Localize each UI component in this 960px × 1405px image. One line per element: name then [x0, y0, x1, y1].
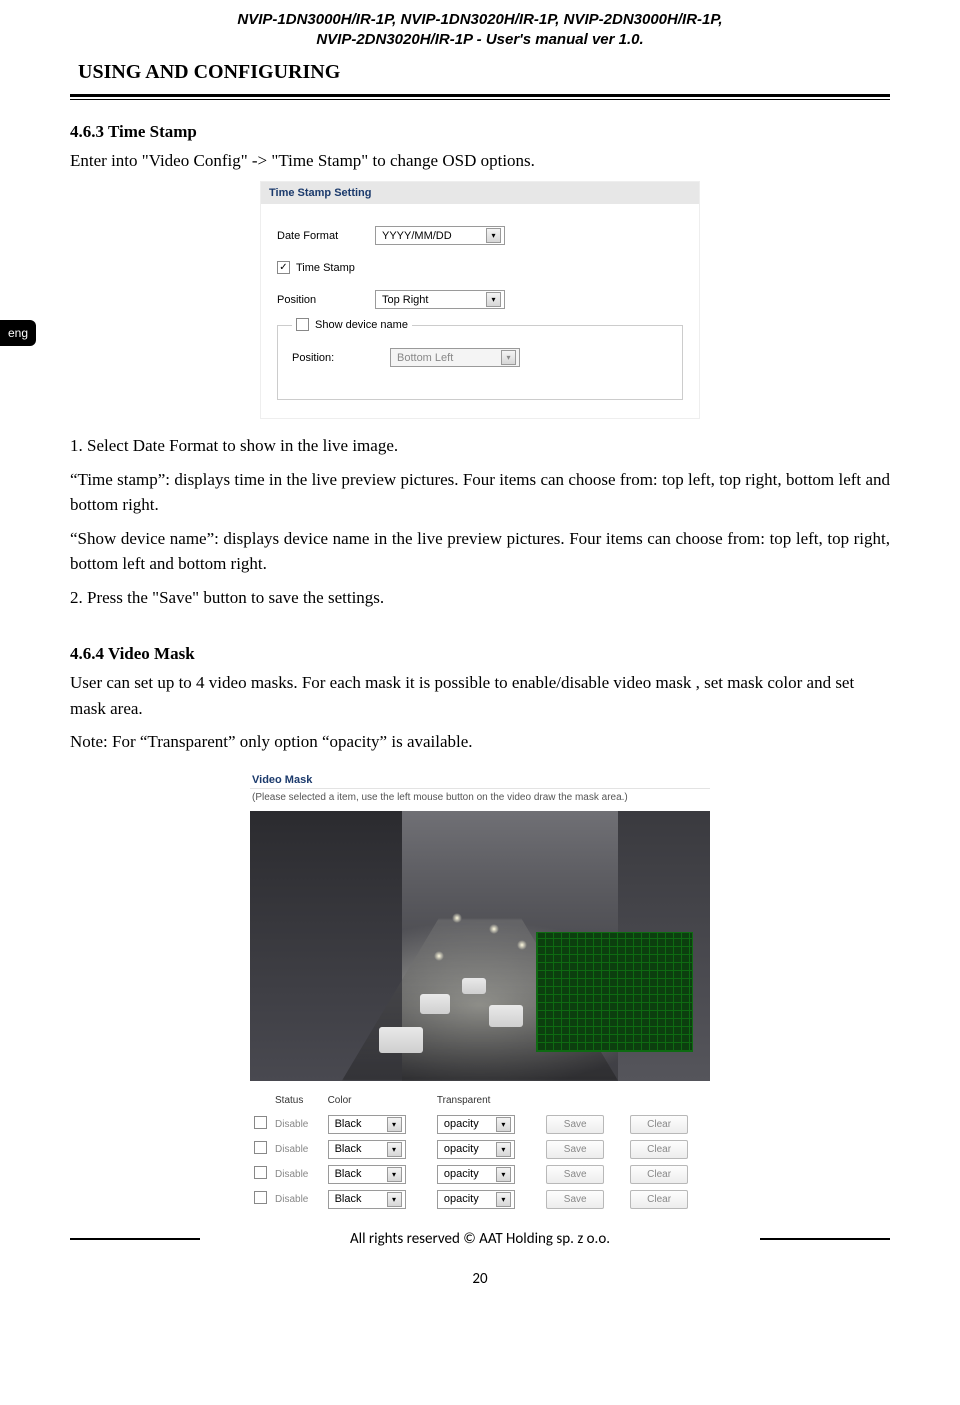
position-label: Position [277, 294, 357, 306]
preview-light [434, 951, 444, 961]
section-divider [70, 94, 890, 100]
mask-clear-button[interactable]: Clear [630, 1190, 688, 1209]
mask-save-button[interactable]: Save [546, 1165, 604, 1184]
doc-header-line1: NVIP-1DN3000H/IR-1P, NVIP-1DN3020H/IR-1P… [70, 10, 890, 30]
para-463-4: 2. Press the "Save" button to save the s… [70, 585, 890, 611]
video-mask-note: (Please selected a item, use the left mo… [250, 789, 710, 811]
table-row: Disable Black▾ opacity▾ Save Clear [250, 1162, 710, 1187]
device-position-label: Position: [292, 352, 372, 364]
para-464-2: Note: For “Transparent” only option “opa… [70, 729, 890, 755]
mask-transparent-select[interactable]: opacity▾ [437, 1165, 515, 1184]
device-position-value: Bottom Left [397, 352, 453, 364]
doc-header: NVIP-1DN3000H/IR-1P, NVIP-1DN3020H/IR-1P… [70, 10, 890, 51]
video-mask-table: Status Color Transparent Disable Black▾ op… [250, 1095, 710, 1212]
mask-transparent-select[interactable]: opacity▾ [437, 1190, 515, 1209]
show-device-name-group: Show device name Position: Bottom Left ▾ [277, 325, 683, 400]
mask-row-checkbox[interactable] [254, 1116, 267, 1129]
chevron-down-icon: ▾ [496, 1142, 511, 1157]
mask-row-checkbox[interactable] [254, 1141, 267, 1154]
mask-status: Disable [275, 1194, 308, 1205]
mask-transparent-select[interactable]: opacity▾ [437, 1115, 515, 1134]
mask-row-checkbox[interactable] [254, 1191, 267, 1204]
doc-header-line2: NVIP-2DN3020H/IR-1P - User's manual ver … [70, 30, 890, 50]
date-format-select[interactable]: YYYY/MM/DD ▾ [375, 226, 505, 245]
table-row: Disable Black▾ opacity▾ Save Clear [250, 1112, 710, 1137]
date-format-label: Date Format [277, 230, 357, 242]
footer-rule: All rights reserved © AAT Holding sp. z … [70, 1230, 890, 1248]
timestamp-setting-panel: Time Stamp Setting Date Format YYYY/MM/D… [260, 181, 700, 419]
video-mask-overlay[interactable] [537, 933, 692, 1051]
section-title: USING AND CONFIGURING [78, 61, 890, 84]
mask-clear-button[interactable]: Clear [630, 1140, 688, 1159]
para-463-1: 1. Select Date Format to show in the liv… [70, 433, 890, 459]
timestamp-panel-title: Time Stamp Setting [261, 182, 699, 204]
mask-save-button[interactable]: Save [546, 1190, 604, 1209]
intro-463: Enter into "Video Config" -> "Time Stamp… [70, 148, 890, 174]
mask-color-select[interactable]: Black▾ [328, 1140, 406, 1159]
col-color: Color [324, 1095, 433, 1112]
chevron-down-icon: ▾ [486, 292, 501, 307]
mask-status: Disable [275, 1169, 308, 1180]
table-row: Disable Black▾ opacity▾ Save Clear [250, 1137, 710, 1162]
preview-car [379, 1027, 423, 1053]
col-status: Status [271, 1095, 324, 1112]
mask-color-select[interactable]: Black▾ [328, 1115, 406, 1134]
language-tab: eng [0, 320, 36, 346]
video-mask-preview[interactable] [250, 811, 710, 1081]
mask-status: Disable [275, 1119, 308, 1130]
timestamp-position-value: Top Right [382, 294, 428, 306]
mask-save-button[interactable]: Save [546, 1115, 604, 1134]
chevron-down-icon: ▾ [501, 350, 516, 365]
chevron-down-icon: ▾ [387, 1167, 402, 1182]
chevron-down-icon: ▾ [496, 1167, 511, 1182]
mask-color-select[interactable]: Black▾ [328, 1165, 406, 1184]
chevron-down-icon: ▾ [387, 1117, 402, 1132]
footer-rights: All rights reserved © AAT Holding sp. z … [210, 1230, 750, 1248]
mask-status: Disable [275, 1144, 308, 1155]
mask-transparent-select[interactable]: opacity▾ [437, 1140, 515, 1159]
mask-clear-button[interactable]: Clear [630, 1165, 688, 1184]
mask-clear-button[interactable]: Clear [630, 1115, 688, 1134]
show-device-checkbox[interactable] [296, 318, 309, 331]
chevron-down-icon: ▾ [496, 1117, 511, 1132]
mask-save-button[interactable]: Save [546, 1140, 604, 1159]
preview-light [517, 940, 527, 950]
show-device-label: Show device name [315, 319, 408, 331]
para-463-3: “Show device name”: displays device name… [70, 526, 890, 577]
video-mask-panel: Video Mask (Please selected a item, use … [250, 769, 710, 1212]
preview-car [462, 978, 486, 994]
page-number: 20 [70, 1270, 890, 1288]
heading-464: 4.6.4 Video Mask [70, 644, 890, 664]
chevron-down-icon: ▾ [387, 1142, 402, 1157]
preview-car [489, 1005, 523, 1027]
para-463-2: “Time stamp”: displays time in the live … [70, 467, 890, 518]
timestamp-position-select[interactable]: Top Right ▾ [375, 290, 505, 309]
heading-463: 4.6.3 Time Stamp [70, 122, 890, 142]
mask-color-select[interactable]: Black▾ [328, 1190, 406, 1209]
timestamp-checkbox-label: Time Stamp [296, 262, 355, 274]
device-position-select[interactable]: Bottom Left ▾ [390, 348, 520, 367]
mask-row-checkbox[interactable] [254, 1166, 267, 1179]
col-transparent: Transparent [433, 1095, 542, 1112]
chevron-down-icon: ▾ [387, 1192, 402, 1207]
chevron-down-icon: ▾ [486, 228, 501, 243]
timestamp-checkbox[interactable]: ✓ [277, 261, 290, 274]
table-row: Disable Black▾ opacity▾ Save Clear [250, 1187, 710, 1212]
date-format-value: YYYY/MM/DD [382, 230, 452, 242]
para-464-1: User can set up to 4 video masks. For ea… [70, 670, 890, 721]
preview-car [420, 994, 450, 1014]
chevron-down-icon: ▾ [496, 1192, 511, 1207]
video-mask-title: Video Mask [250, 769, 710, 789]
